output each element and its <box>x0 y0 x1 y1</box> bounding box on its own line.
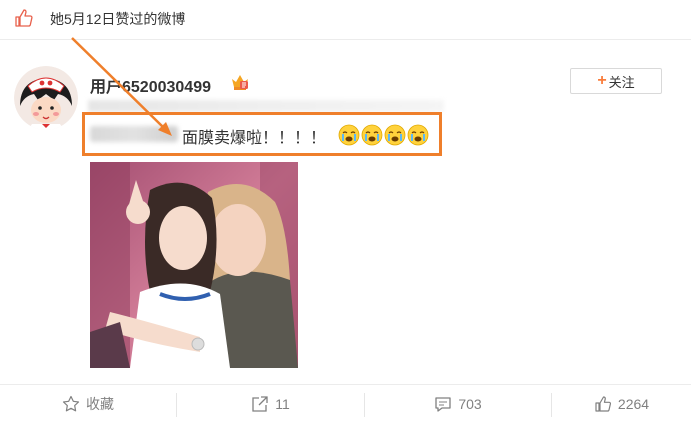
follow-button[interactable]: + 关注 <box>570 68 662 94</box>
like-count: 2264 <box>617 396 650 412</box>
favorite-button[interactable]: 收藏 <box>0 385 176 422</box>
blurred-content-strip <box>88 100 444 112</box>
post-image[interactable] <box>90 162 298 368</box>
crying-face-icon <box>384 124 406 146</box>
crying-face-icon <box>361 124 383 146</box>
username[interactable]: 用户6520030499 <box>90 73 211 97</box>
blurred-mention <box>90 126 178 142</box>
thumbs-up-icon <box>15 9 33 27</box>
star-icon <box>62 395 80 412</box>
follow-label: 关注 <box>608 74 635 90</box>
crying-face-icon <box>407 124 429 146</box>
favorite-label: 收藏 <box>86 396 114 412</box>
action-bar: 收藏 11 703 2264 <box>0 384 691 422</box>
repost-button[interactable]: 11 <box>177 385 364 422</box>
comment-button[interactable]: 703 <box>365 385 551 422</box>
repost-count: 11 <box>275 396 290 412</box>
avatar[interactable] <box>14 66 78 130</box>
comment-count: 703 <box>458 396 482 412</box>
like-button[interactable]: 2264 <box>552 385 691 422</box>
comment-icon <box>435 397 451 412</box>
liked-notice-bar: 她5月12日赞过的微博 <box>0 0 691 40</box>
crying-face-icon <box>338 124 360 146</box>
thumbs-up-icon <box>595 396 611 412</box>
vip-crown-icon <box>232 75 248 90</box>
emoji-row <box>338 124 429 148</box>
share-icon <box>252 396 268 412</box>
liked-notice-text: 她5月12日赞过的微博 <box>50 11 186 27</box>
post-text: 面膜卖爆啦！！！！ <box>182 130 327 147</box>
plus-icon: + <box>597 72 607 89</box>
